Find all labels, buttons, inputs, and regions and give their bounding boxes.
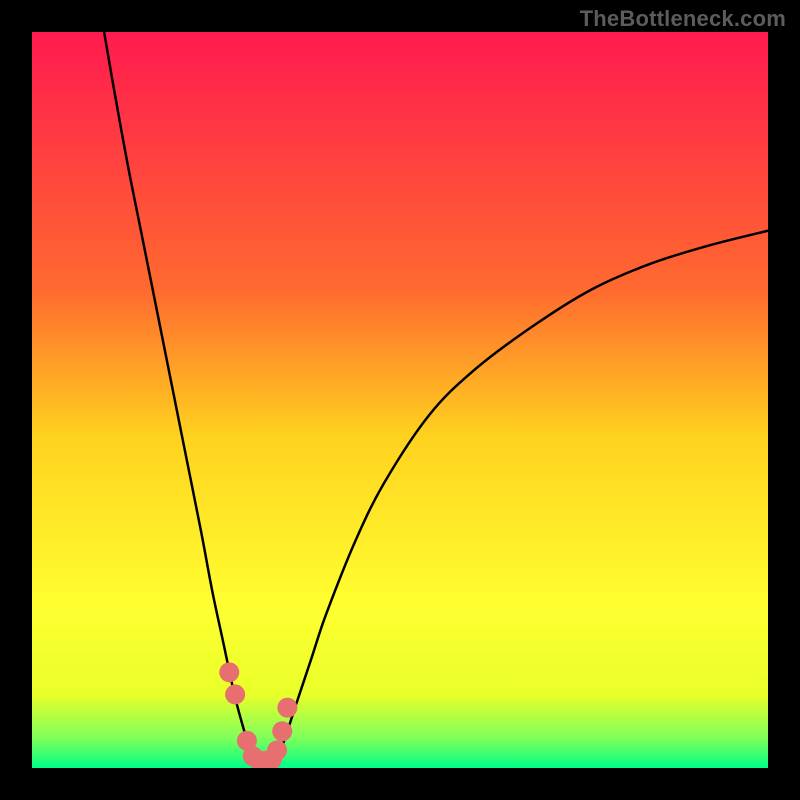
gradient-rect [32,32,768,768]
chart-svg [32,32,768,768]
marker-dot [225,684,245,704]
marker-dot [277,698,297,718]
marker-dot [272,721,292,741]
plot-area [32,32,768,768]
marker-dot [219,662,239,682]
chart-frame: TheBottleneck.com [0,0,800,800]
watermark-text: TheBottleneck.com [580,6,786,32]
marker-dot [267,740,287,760]
